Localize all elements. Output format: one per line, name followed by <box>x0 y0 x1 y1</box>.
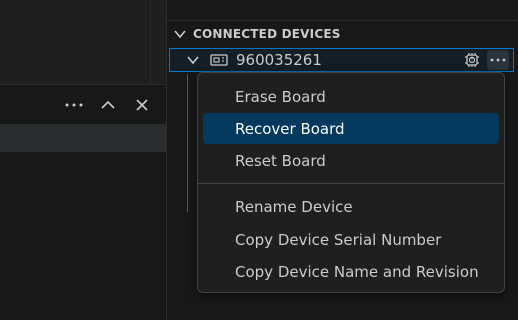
panel-body <box>0 152 166 320</box>
section-divider <box>167 20 518 21</box>
menu-item-recover-board[interactable]: Recover Board <box>203 113 499 144</box>
panel-selected-row[interactable] <box>0 124 166 152</box>
menu-item-copy-serial-number[interactable]: Copy Device Serial Number <box>203 224 499 255</box>
device-label: 960035261 <box>236 51 322 69</box>
device-row[interactable]: 960035261 <box>169 48 514 72</box>
close-icon[interactable] <box>132 95 152 115</box>
chevron-down-icon[interactable] <box>186 53 200 67</box>
panel-header <box>0 84 166 125</box>
chevron-down-icon <box>174 30 186 39</box>
menu-item-reset-board[interactable]: Reset Board <box>203 145 499 176</box>
menu-item-copy-name-and-revision[interactable]: Copy Device Name and Revision <box>203 256 499 287</box>
more-actions-icon[interactable] <box>64 95 84 115</box>
more-actions-icon[interactable] <box>487 50 509 70</box>
device-chip-icon[interactable] <box>461 50 483 70</box>
context-menu: Erase Board Recover Board Reset Board Re… <box>197 72 505 293</box>
board-icon <box>210 54 228 66</box>
menu-item-erase-board[interactable]: Erase Board <box>203 81 499 112</box>
menu-item-rename-device[interactable]: Rename Device <box>203 191 499 222</box>
editor-divider <box>150 0 151 84</box>
menu-separator <box>198 183 504 184</box>
chevron-up-icon[interactable] <box>98 95 118 115</box>
connected-devices-section-header[interactable]: CONNECTED DEVICES <box>167 22 518 46</box>
section-title: CONNECTED DEVICES <box>193 27 341 41</box>
editor-area <box>0 0 150 84</box>
device-row-actions <box>461 50 509 70</box>
panel-actions <box>64 95 152 115</box>
tree-indent-guide <box>187 74 188 212</box>
